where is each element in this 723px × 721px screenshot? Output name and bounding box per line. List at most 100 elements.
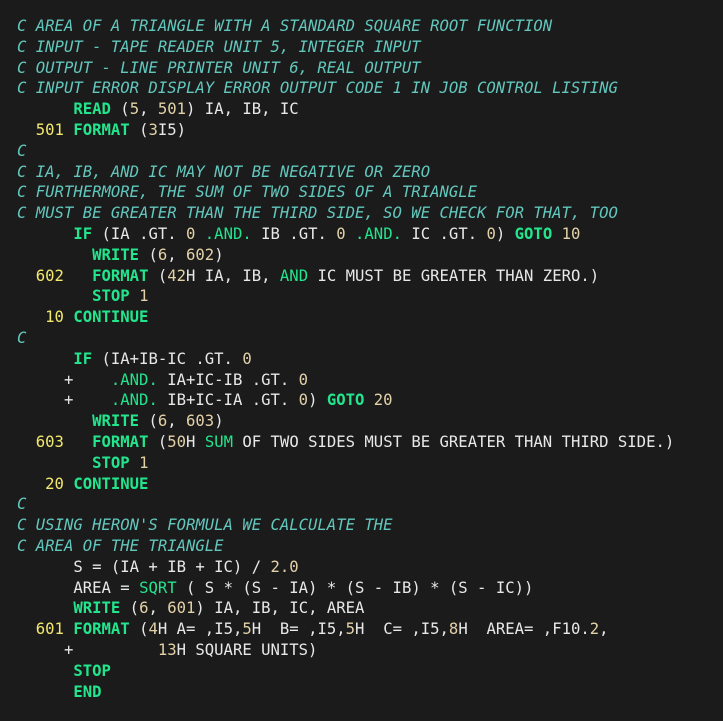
code-token: H IA, IB, bbox=[186, 266, 280, 285]
code-token: ( bbox=[129, 620, 149, 639]
code-token: ( bbox=[129, 120, 149, 139]
code-token: IC .GT. bbox=[401, 224, 487, 243]
code-line: END bbox=[17, 682, 723, 703]
code-token: SQRT bbox=[139, 578, 177, 597]
code-token: C INPUT - TAPE READER UNIT 5, INTEGER IN… bbox=[17, 37, 421, 56]
code-token: ) IA, IB, IC bbox=[186, 100, 299, 119]
code-token: WRITE bbox=[73, 599, 121, 618]
code-line: STOP 1 bbox=[17, 453, 723, 474]
code-token: GOTO bbox=[326, 391, 365, 410]
code-token: 0 bbox=[298, 391, 309, 410]
code-token: , bbox=[167, 245, 187, 264]
code-token: ) bbox=[214, 412, 224, 431]
code-token: ) IA, IB, IC, AREA bbox=[195, 599, 365, 618]
code-token: ( bbox=[148, 432, 168, 451]
code-token: 1 bbox=[139, 287, 149, 306]
code-token: .AND. bbox=[204, 224, 252, 243]
code-token: C IA, IB, AND IC MAY NOT BE NEGATIVE OR … bbox=[17, 162, 431, 181]
code-token: 10 bbox=[561, 224, 581, 243]
code-token: 6 bbox=[157, 412, 168, 431]
code-token: 20 bbox=[45, 474, 64, 493]
code-editor[interactable]: C AREA OF A TRIANGLE WITH A STANDARD SQU… bbox=[0, 0, 723, 721]
code-token: I5) bbox=[157, 120, 187, 139]
code-token: C OUTPUT - LINE PRINTER UNIT 6, REAL OUT… bbox=[17, 58, 421, 77]
code-token: 8 bbox=[448, 620, 459, 639]
code-token: 0 bbox=[336, 224, 346, 243]
code-token: STOP bbox=[92, 287, 130, 306]
code-token: 603 bbox=[35, 432, 64, 451]
code-token: ( bbox=[110, 100, 130, 119]
code-token: 2.0 bbox=[270, 557, 299, 576]
code-token: ) bbox=[214, 245, 224, 264]
code-token: C FURTHERMORE, THE SUM OF TWO SIDES OF A… bbox=[17, 183, 478, 202]
code-token: 0 bbox=[298, 370, 309, 389]
code-token: 6 bbox=[157, 245, 168, 264]
code-token: 0 bbox=[486, 224, 496, 243]
code-line: 601 FORMAT (4H A= ,I5,5H B= ,I5,5H C= ,I… bbox=[17, 619, 723, 640]
code-token: , bbox=[599, 620, 609, 639]
code-token: FORMAT bbox=[73, 120, 130, 139]
code-line: C INPUT - TAPE READER UNIT 5, INTEGER IN… bbox=[17, 37, 723, 58]
code-line: READ (5, 501) IA, IB, IC bbox=[17, 99, 723, 120]
code-line: C MUST BE GREATER THAN THE THIRD SIDE, S… bbox=[17, 203, 723, 224]
code-token: C AREA OF THE TRIANGLE bbox=[17, 536, 224, 555]
code-line: STOP bbox=[17, 661, 723, 682]
code-token: IF bbox=[73, 224, 93, 243]
code-token: IB+IC-IA .GT. bbox=[157, 391, 299, 410]
code-token: C INPUT ERROR DISPLAY ERROR OUTPUT CODE … bbox=[17, 79, 618, 98]
code-line: WRITE (6, 601) IA, IB, IC, AREA bbox=[17, 598, 723, 619]
code-line: C IA, IB, AND IC MAY NOT BE NEGATIVE OR … bbox=[17, 162, 723, 183]
code-line: C OUTPUT - LINE PRINTER UNIT 6, REAL OUT… bbox=[17, 58, 723, 79]
code-token: .AND. bbox=[110, 370, 158, 389]
code-line: 10 CONTINUE bbox=[17, 307, 723, 328]
code-token: 10 bbox=[45, 308, 64, 327]
code-line: STOP 1 bbox=[17, 286, 723, 307]
code-token: H B= ,I5, bbox=[251, 620, 346, 639]
code-token: C bbox=[17, 141, 27, 160]
code-token: + bbox=[17, 370, 111, 389]
code-token: 0 bbox=[242, 349, 252, 368]
code-token: ( S * (S - IA) * (S - IB) * (S - IC)) bbox=[176, 578, 534, 597]
code-token: 5 bbox=[242, 620, 252, 639]
code-line: 501 FORMAT (3I5) bbox=[17, 120, 723, 141]
code-token: WRITE bbox=[92, 245, 140, 264]
code-token: END bbox=[73, 682, 102, 701]
code-token: ( bbox=[139, 245, 158, 264]
code-token: H SQUARE UNITS) bbox=[176, 640, 318, 659]
code-line: C USING HERON'S FORMULA WE CALCULATE THE bbox=[17, 515, 723, 536]
code-token: IC MUST BE GREATER THAN ZERO.) bbox=[308, 266, 600, 285]
code-token: 5 bbox=[129, 100, 140, 119]
code-line: IF (IA .GT. 0 .AND. IB .GT. 0 .AND. IC .… bbox=[17, 224, 723, 245]
code-token: FORMAT bbox=[92, 266, 149, 285]
code-token: 601 bbox=[35, 620, 64, 639]
code-token: 602 bbox=[35, 266, 64, 285]
code-token: .AND. bbox=[355, 224, 402, 243]
code-line: IF (IA+IB-IC .GT. 0 bbox=[17, 349, 723, 370]
code-token: + bbox=[17, 640, 158, 659]
code-token: 42 bbox=[167, 266, 187, 285]
code-token: ) bbox=[308, 391, 327, 410]
code-token: C bbox=[17, 495, 27, 514]
code-token: C AREA OF A TRIANGLE WITH A STANDARD SQU… bbox=[17, 17, 553, 35]
code-token: 1 bbox=[139, 453, 149, 472]
code-token: C MUST BE GREATER THAN THE THIRD SIDE, S… bbox=[17, 204, 618, 223]
code-token: , bbox=[148, 599, 168, 618]
code-line: C AREA OF A TRIANGLE WITH A STANDARD SQU… bbox=[17, 16, 723, 37]
code-token: AREA = bbox=[17, 578, 140, 597]
code-token: 2 bbox=[589, 620, 600, 639]
code-line: C bbox=[17, 494, 723, 515]
code-token: OF TWO SIDES MUST BE GREATER THAN THIRD … bbox=[232, 432, 675, 451]
code-token: CONTINUE bbox=[73, 474, 149, 493]
